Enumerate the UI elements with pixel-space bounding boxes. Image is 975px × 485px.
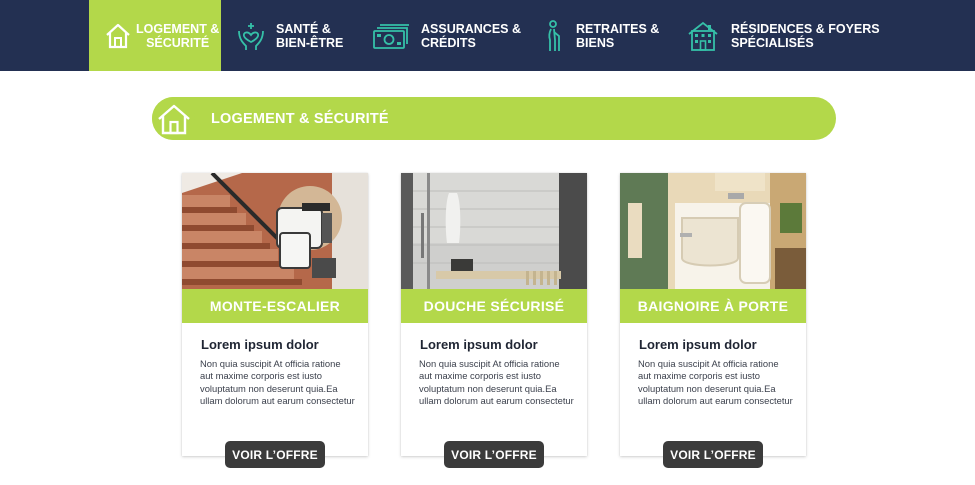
card-title: DOUCHE SÉCURISÉ [423,298,565,314]
banknote-icon [373,23,409,49]
nav-label-line2: SÉCURITÉ [146,35,210,50]
nav-label-line1: LOGEMENT & [136,21,220,36]
nav-label-line2: BIENS [576,35,615,50]
walk-in-shower-photo [401,173,587,289]
product-card-monte-escalier: MONTE-ESCALIER Lorem ipsum dolor Non qui… [182,173,368,468]
card-title-band: MONTE-ESCALIER [182,289,368,323]
section-icon-circle [152,97,195,140]
card-description: Non quia suscipit At officia ratione aut… [200,358,355,407]
nav-label-line2: SPÉCIALISÉS [731,35,814,50]
nav-item-assurances-credits[interactable]: ASSURANCES & CRÉDITS [372,0,521,71]
section-title: LOGEMENT & SÉCURITÉ [211,110,389,127]
section-header-bar: LOGEMENT & SÉCURITÉ [152,97,836,140]
nav-item-logement-securite[interactable]: LOGEMENT & SÉCURITÉ [89,0,221,71]
voir-offre-button[interactable]: VOIR L’OFFRE [663,441,763,468]
nav-item-retraites-biens[interactable]: RETRAITES & BIENS [545,0,659,71]
card-title: BAIGNOIRE À PORTE [637,298,789,314]
card-heading: Lorem ipsum dolor [639,337,757,352]
walk-in-bathtub-photo [620,173,806,289]
nav-item-residences-foyers[interactable]: RÉSIDENCES & FOYERS SPÉCIALISÉS [687,0,880,71]
card-description: Non quia suscipit At officia ratione aut… [419,358,574,407]
card-title: MONTE-ESCALIER [209,298,341,314]
product-card-douche-securise: DOUCHE SÉCURISÉ Lorem ipsum dolor Non qu… [401,173,587,468]
building-icon [688,21,718,51]
voir-offre-button[interactable]: VOIR L’OFFRE [444,441,544,468]
nav-item-sante-bien-etre[interactable]: SANTÉ & BIEN-ÊTRE [237,0,343,71]
house-icon [157,104,190,134]
nav-label-line1: SANTÉ & [276,21,331,36]
nav-label-line2: BIEN-ÊTRE [276,35,344,50]
nav-label-line1: RETRAITES & [576,21,660,36]
card-title-band: BAIGNOIRE À PORTE [620,289,806,323]
card-heading: Lorem ipsum dolor [420,337,538,352]
heart-hands-icon [238,22,264,50]
house-icon [106,23,130,49]
nav-label-line2: CRÉDITS [421,35,476,50]
stairlift-photo [182,173,368,289]
top-navigation: LOGEMENT & SÉCURITÉ SANTÉ & BIEN-ÊTRE AS… [0,0,975,71]
nav-label-line1: ASSURANCES & [421,21,522,36]
voir-offre-button[interactable]: VOIR L’OFFRE [225,441,325,468]
product-card-baignoire-a-porte: BAIGNOIRE À PORTE Lorem ipsum dolor Non … [620,173,806,468]
elderly-cane-icon [548,19,560,51]
card-title-band: DOUCHE SÉCURISÉ [401,289,587,323]
card-description: Non quia suscipit At officia ratione aut… [638,358,793,407]
nav-label-line1: RÉSIDENCES & FOYERS [731,21,880,36]
card-heading: Lorem ipsum dolor [201,337,319,352]
